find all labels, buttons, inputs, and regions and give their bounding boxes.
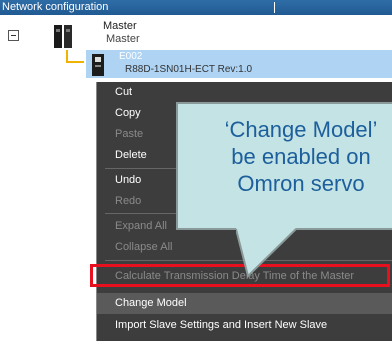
callout-box: ‘Change Model’ be enabled on Omron servo <box>176 102 392 230</box>
titlebar-divider <box>274 2 275 13</box>
menu-item-import-slave-settings[interactable]: Import Slave Settings and Insert New Sla… <box>97 315 392 336</box>
callout-pointer <box>236 228 297 278</box>
menu-item-change-model[interactable]: Change Model <box>97 293 392 314</box>
collapse-toggle-icon[interactable] <box>8 30 19 41</box>
slave-node-model: R88D-1SN01H-ECT Rev:1.0 <box>125 64 253 75</box>
callout-text: ‘Change Model’ be enabled on Omron servo <box>224 117 378 196</box>
master-controller-icon[interactable] <box>54 25 72 48</box>
window-title: Network configuration <box>2 1 109 13</box>
slave-node-name[interactable]: E002 <box>119 51 142 62</box>
connection-line <box>66 61 84 63</box>
window-titlebar: Network configuration <box>0 0 392 15</box>
master-node-type: Master <box>106 33 140 45</box>
servo-drive-icon[interactable] <box>92 54 104 76</box>
master-node-name[interactable]: Master <box>103 20 137 32</box>
menu-item-cut[interactable]: Cut <box>97 82 392 103</box>
